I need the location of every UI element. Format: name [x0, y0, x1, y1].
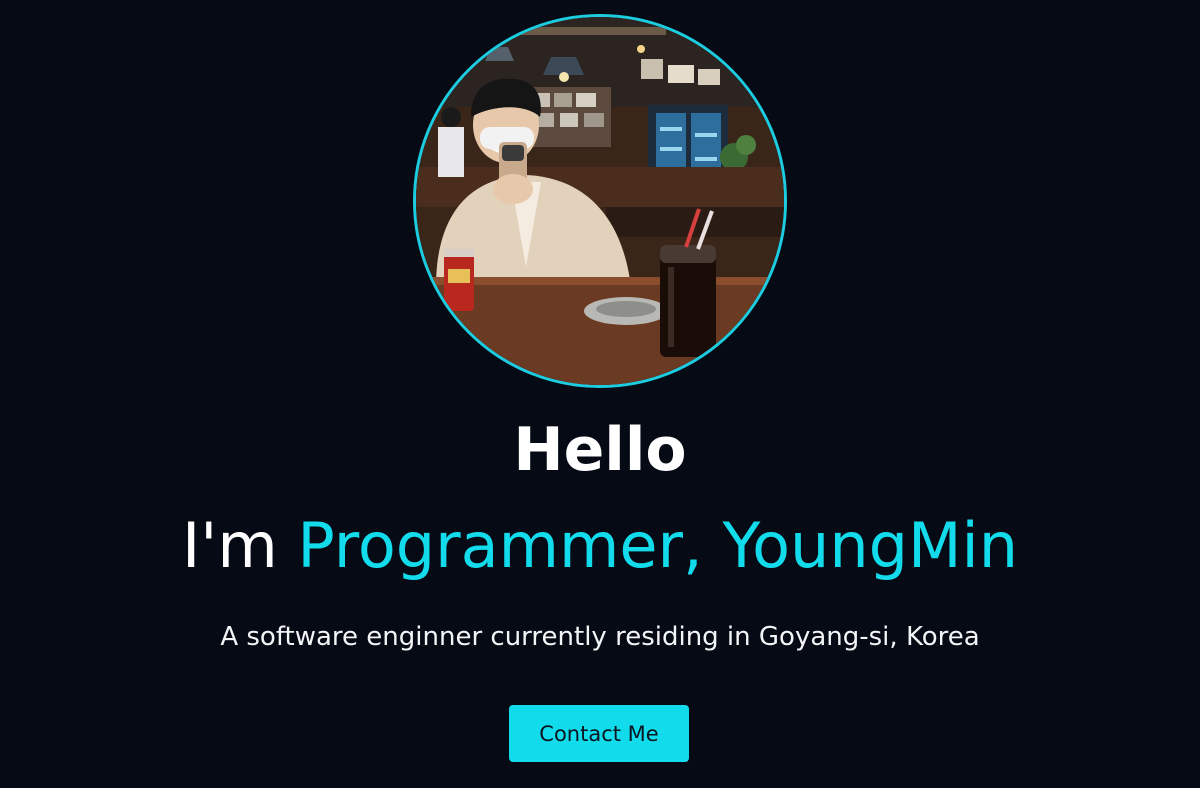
contact-me-button[interactable]: Contact Me: [509, 705, 689, 762]
greeting-heading: Hello: [513, 415, 687, 485]
intro-highlight: Programmer, YoungMin: [297, 509, 1018, 582]
subtitle-text: A software enginner currently residing i…: [220, 622, 980, 652]
profile-photo-image: [416, 17, 784, 385]
profile-photo: [413, 14, 787, 388]
hero-section: Hello I'm Programmer, YoungMin A softwar…: [0, 0, 1200, 788]
intro-heading: I'm Programmer, YoungMin: [0, 508, 1200, 584]
intro-prefix: I'm: [181, 509, 298, 582]
